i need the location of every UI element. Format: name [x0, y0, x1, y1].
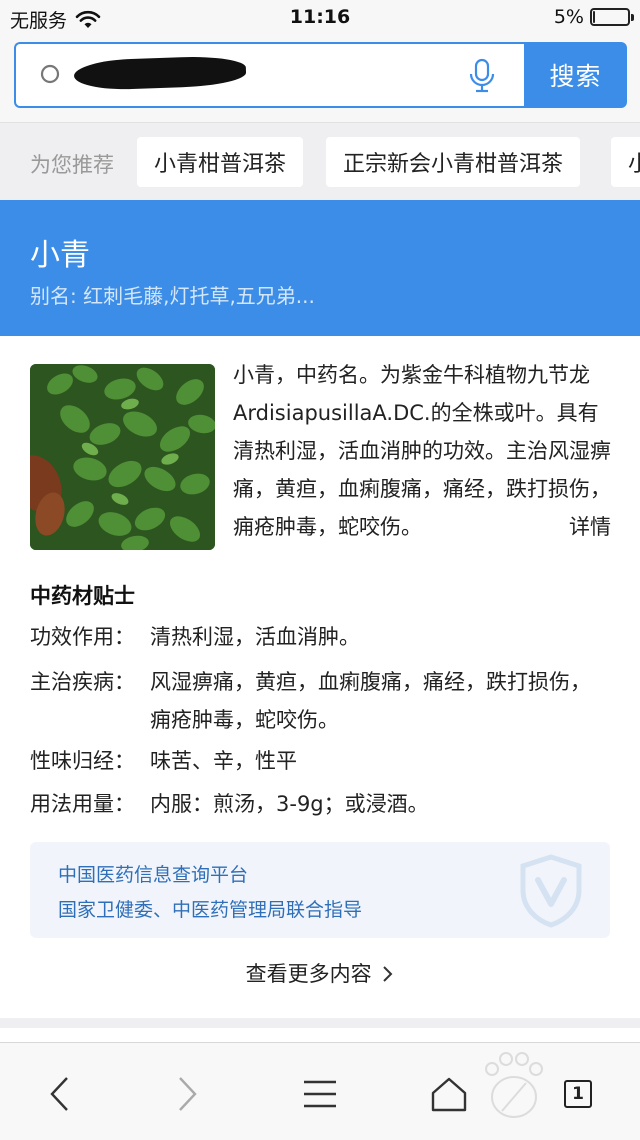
- back-arrow-icon: [50, 1077, 68, 1111]
- recommend-row: 为您推荐 小青柑普洱茶 正宗新会小青柑普洱茶 小: [0, 122, 640, 201]
- entry-header: 小青 别名: 红刺毛藤,灯托草,五兄弟...: [0, 200, 640, 336]
- tip-value: 风湿痹痛，黄疸，血痢腹痛，痛经，跌打损伤，痈疮肿毒，蛇咬伤。: [150, 670, 591, 732]
- battery-icon: [590, 8, 634, 26]
- leaves-illustration: [30, 364, 215, 550]
- recommend-chip[interactable]: 小青柑普洱茶: [137, 137, 304, 187]
- chevron-right-icon: [383, 966, 393, 982]
- recommend-chip[interactable]: 正宗新会小青柑普洱茶: [326, 137, 581, 187]
- source-platform: 中国医药信息查询平台: [58, 864, 249, 886]
- tip-key: 用法用量：: [30, 792, 135, 816]
- source-guidance: 国家卫健委、中医药管理局联合指导: [58, 899, 363, 921]
- status-bar: 无服务 11:16 5%: [0, 0, 640, 36]
- tip-key: 功效作用：: [30, 625, 135, 649]
- shield-icon: [520, 854, 582, 928]
- tip-row: 功效作用： 清热利湿，活血消肿。: [30, 618, 610, 656]
- battery-percent: 5%: [553, 6, 584, 28]
- battery-group: 5%: [553, 6, 634, 28]
- clock: 11:16: [289, 6, 351, 28]
- alias-text: 别名: 红刺毛藤,灯托草,五兄弟...: [30, 284, 315, 308]
- forward-button[interactable]: [163, 1069, 213, 1119]
- microphone-icon[interactable]: [468, 58, 496, 94]
- paw-watermark-icon: [485, 1052, 543, 1118]
- tip-row: 主治疾病： 风湿痹痛，黄疸，血痢腹痛，痛经，跌打损伤，痈疮肿毒，蛇咬伤。: [30, 663, 610, 739]
- intro-block: 小青，中药名。为紫金牛科植物九节龙ArdisiapusillaA.DC.的全株或…: [233, 356, 613, 546]
- search-button[interactable]: 搜索: [524, 42, 627, 108]
- search-input[interactable]: [14, 42, 524, 108]
- home-icon: [431, 1077, 467, 1112]
- tab-count: 1: [564, 1080, 592, 1108]
- see-more-link[interactable]: 查看更多内容: [0, 958, 640, 988]
- menu-icon: [304, 1080, 336, 1108]
- section-divider: [0, 1018, 640, 1028]
- search-bar: 搜索: [0, 36, 640, 122]
- source-box[interactable]: 中国医药信息查询平台 国家卫健委、中医药管理局联合指导: [30, 842, 610, 938]
- forward-arrow-icon: [179, 1077, 197, 1111]
- tip-value: 清热利湿，活血消肿。: [150, 625, 360, 649]
- recommend-chip[interactable]: 小: [611, 137, 640, 187]
- tip-value: 味苦、辛，性平: [150, 749, 297, 773]
- tip-key: 性味归经：: [30, 749, 135, 773]
- menu-button[interactable]: [295, 1069, 345, 1119]
- see-more-label: 查看更多内容: [245, 962, 372, 986]
- details-link[interactable]: 详情: [529, 508, 611, 546]
- search-icon: [40, 64, 60, 84]
- tip-value: 内服：煎汤，3-9g；或浸酒。: [150, 792, 429, 816]
- tip-row: 性味归经： 味苦、辛，性平: [30, 742, 610, 780]
- browser-toolbar: 1: [0, 1042, 640, 1140]
- back-button[interactable]: [34, 1069, 84, 1119]
- battery-level: [593, 11, 595, 23]
- tip-key: 主治疾病：: [30, 670, 135, 694]
- home-button[interactable]: [424, 1069, 474, 1119]
- tabs-button[interactable]: 1: [553, 1069, 603, 1119]
- recommend-label: 为您推荐: [30, 153, 114, 177]
- tip-row: 用法用量： 内服：煎汤，3-9g；或浸酒。: [30, 785, 610, 823]
- tips-title: 中药材贴士: [30, 584, 135, 608]
- redacted-query: [73, 55, 247, 91]
- page-title: 小青: [30, 238, 90, 273]
- herb-image[interactable]: [30, 364, 215, 550]
